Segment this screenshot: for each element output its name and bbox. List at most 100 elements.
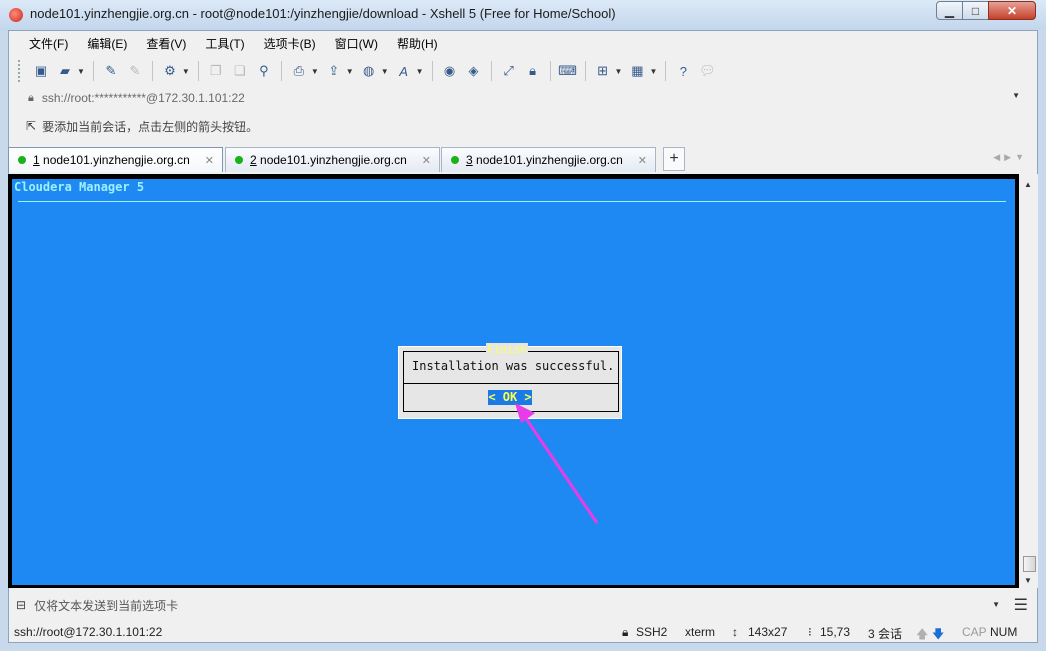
tab-session-1[interactable]: 1 node101.yinzhengjie.org.cn ✕	[8, 147, 223, 172]
menu-help[interactable]: 帮助(H)	[394, 35, 441, 52]
compose-input[interactable]: 仅将文本发送到当前选项卡	[34, 597, 178, 614]
chevron-down-icon[interactable]: ▼	[1012, 91, 1020, 100]
tab-session-2[interactable]: 2 node101.yinzhengjie.org.cn ✕	[225, 147, 440, 172]
chevron-down-icon[interactable]: ▼	[311, 67, 319, 76]
toolbar-separator	[197, 61, 199, 81]
fullscreen-icon[interactable]: ⤢	[500, 62, 518, 80]
add-tab-button[interactable]: +	[663, 147, 685, 171]
scroll-up-icon[interactable]: ▲	[1024, 180, 1032, 189]
menu-view[interactable]: 查看(V)	[143, 35, 189, 52]
tab-number: 1	[33, 153, 40, 167]
title-bar: node101.yinzhengjie.org.cn - root@node10…	[0, 0, 1046, 30]
status-terminal-type: xterm	[685, 625, 715, 639]
font-icon[interactable]: A	[395, 62, 413, 80]
hint-text: 要添加当前会话，点击左侧的箭头按钮。	[42, 119, 259, 134]
toolbar-separator	[280, 61, 282, 81]
address-text[interactable]: ssh://root:***********@172.30.1.101:22	[42, 91, 245, 105]
menu-bar: 文件(F) 编辑(E) 查看(V) 工具(T) 选项卡(B) 窗口(W) 帮助(…	[16, 33, 454, 53]
status-cursor: 15,73	[820, 625, 851, 639]
menu-tab[interactable]: 选项卡(B)	[261, 35, 319, 52]
lock-icon[interactable]: 🔒︎	[524, 62, 542, 80]
menu-file[interactable]: 文件(F)	[26, 35, 71, 52]
menu-window[interactable]: 窗口(W)	[332, 35, 381, 52]
status-size: 143x27	[748, 625, 788, 639]
status-num: NUM	[990, 625, 1018, 639]
compose-bar[interactable]: ⊟ 仅将文本发送到当前选项卡 ▼ ☰	[8, 592, 1038, 618]
tab-bar: 1 node101.yinzhengjie.org.cn ✕ 2 node101…	[8, 145, 1038, 173]
maximize-button[interactable]: □	[962, 1, 989, 20]
terminal-heading: Cloudera Manager 5	[14, 180, 145, 194]
toolbar-separator	[151, 61, 153, 81]
dialog-title: Finish	[486, 343, 528, 356]
scroll-thumb[interactable]	[1023, 556, 1036, 572]
tab-label: node101.yinzhengjie.org.cn	[43, 153, 190, 167]
toolbar: ▣ ▰ ▼ ✎ ✎ ⚙ ▼ ❐ ❏ ⚲ ⎙ ▼ ⇪ ▼ ◍ ▼ A ▼ ◉ ◈ ⤢ 🔒︎ ⌨…	[16, 57, 1036, 85]
status-caps: CAP	[962, 625, 987, 639]
cursor-icon: ⁝	[808, 625, 812, 639]
xmanager-icon[interactable]: ◈	[465, 62, 483, 80]
xshell-app-icon[interactable]	[9, 8, 23, 22]
connected-dot-icon	[451, 156, 459, 164]
menu-edit[interactable]: 编辑(E)	[84, 35, 130, 52]
globe-icon[interactable]: ◍	[360, 62, 378, 80]
chevron-down-icon[interactable]: ▼	[416, 67, 424, 76]
annotation-arrow-icon	[515, 403, 599, 524]
help-icon[interactable]: ?	[674, 62, 692, 80]
tab-label: node101.yinzhengjie.org.cn	[476, 153, 623, 167]
tab-session-3[interactable]: 3 node101.yinzhengjie.org.cn ✕	[441, 147, 656, 172]
tab-scroll-arrows-icon[interactable]: ◀▶▼	[993, 152, 1028, 163]
resize-icon: ↕	[732, 625, 738, 639]
menu-tools[interactable]: 工具(T)	[202, 35, 247, 52]
close-tab-icon[interactable]: ✕	[422, 154, 431, 167]
toolbar-separator	[431, 61, 433, 81]
chevron-down-icon[interactable]: ▼	[346, 67, 354, 76]
terminal-divider	[18, 201, 1006, 202]
toolbar-separator	[92, 61, 94, 81]
properties-icon[interactable]: ⚙	[161, 62, 179, 80]
find-icon[interactable]: ⚲	[255, 62, 273, 80]
chevron-down-icon[interactable]: ▼	[649, 67, 657, 76]
new-tab-icon[interactable]: ⊞	[594, 62, 612, 80]
paste-icon: ❏	[234, 63, 246, 78]
connected-dot-icon	[18, 156, 26, 164]
connect-icon[interactable]: ✎	[102, 62, 120, 80]
session-hint-bar: ⇱ 要添加当前会话，点击左侧的箭头按钮。	[16, 115, 1036, 137]
toolbar-separator	[665, 61, 667, 81]
new-session-icon[interactable]: ▣	[32, 62, 50, 80]
tab-number: 3	[466, 153, 473, 167]
dialog-separator	[404, 383, 618, 384]
toolbar-separator	[584, 61, 586, 81]
add-session-arrow-icon[interactable]: ⇱	[26, 119, 36, 133]
menu-icon[interactable]: ☰	[1014, 595, 1028, 615]
toolbar-grip[interactable]	[18, 60, 23, 82]
scroll-down-icon[interactable]: ▼	[1024, 576, 1032, 585]
terminal-scrollbar[interactable]	[1021, 174, 1038, 588]
status-lock-icon: 🔒︎	[622, 625, 629, 639]
open-folder-icon[interactable]: ▰	[56, 62, 74, 80]
download-arrow-icon: 🡇	[932, 627, 945, 641]
chevron-down-icon[interactable]: ▼	[77, 67, 85, 76]
close-icon: ✕	[1006, 3, 1018, 18]
chevron-down-icon[interactable]: ▼	[992, 600, 1000, 609]
print-icon[interactable]: ⎙	[290, 62, 308, 80]
close-tab-icon[interactable]: ✕	[638, 154, 647, 167]
status-protocol: SSH2	[636, 625, 668, 639]
disconnect-icon: ✎	[129, 63, 141, 78]
copy-icon: ❐	[210, 63, 222, 78]
minimize-button[interactable]: ▁	[936, 1, 963, 20]
xftp-icon[interactable]: ◉	[441, 62, 459, 80]
chevron-down-icon[interactable]: ▼	[182, 67, 190, 76]
connected-dot-icon	[235, 156, 243, 164]
chevron-down-icon[interactable]: ▼	[381, 67, 389, 76]
close-button[interactable]: ✕	[988, 1, 1036, 20]
chevron-down-icon[interactable]: ▼	[615, 67, 623, 76]
close-tab-icon[interactable]: ✕	[205, 154, 214, 167]
address-bar[interactable]: 🔒︎ ssh://root:***********@172.30.1.101:2…	[16, 87, 1036, 109]
tab-number: 2	[250, 153, 257, 167]
transfer-icon[interactable]: ⇪	[325, 62, 343, 80]
keyboard-icon[interactable]: ⌨	[558, 62, 577, 80]
layout-icon[interactable]: ▦	[628, 62, 646, 80]
status-sessions: 3 会话	[868, 627, 903, 641]
toolbar-separator	[549, 61, 551, 81]
maximize-icon: □	[971, 3, 980, 18]
